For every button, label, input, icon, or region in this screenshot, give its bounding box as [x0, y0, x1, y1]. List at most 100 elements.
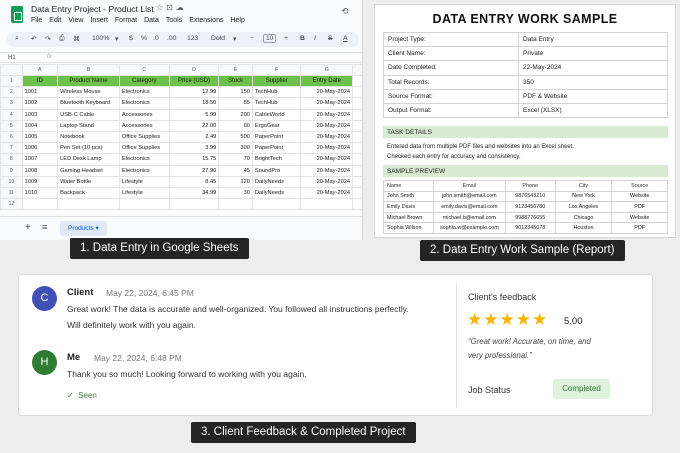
menu-item[interactable]: Format: [115, 17, 137, 24]
header-cell[interactable]: Price (USD): [168, 74, 220, 88]
sheet-cell[interactable]: 22.00: [168, 119, 220, 132]
column-header[interactable]: D: [168, 64, 220, 76]
sheet-cell[interactable]: BrightTech: [251, 153, 302, 166]
sheet-cell[interactable]: 85: [218, 97, 253, 110]
strikethrough-button[interactable]: S: [328, 35, 333, 42]
row-number[interactable]: 8: [0, 153, 23, 166]
cloud-icon[interactable]: ☁: [176, 3, 187, 12]
sheet-cell[interactable]: Laptop Stand: [57, 119, 120, 132]
sheet-cell[interactable]: LED Desk Lamp: [57, 153, 120, 166]
sheet-cell[interactable]: Bluetooth Keyboard: [57, 97, 120, 110]
sheet-cell[interactable]: 1005: [21, 130, 59, 144]
text-color-button[interactable]: A: [343, 35, 348, 42]
sheet-cell[interactable]: 1008: [21, 164, 59, 177]
sheet-cell[interactable]: 1002: [21, 97, 59, 110]
sheet-cell[interactable]: 20-May-2024: [300, 108, 354, 121]
sheet-cell[interactable]: Water Bottle: [57, 175, 120, 188]
sheet-cell[interactable]: 1003: [21, 108, 59, 121]
sheet-cell[interactable]: Backpack: [57, 186, 120, 200]
sheet-cell[interactable]: 20-May-2024: [300, 97, 354, 110]
sheet-cell[interactable]: 120: [218, 175, 253, 188]
row-number[interactable]: 10: [0, 175, 23, 188]
avatar[interactable]: H: [32, 350, 57, 375]
sheet-cell[interactable]: 1001: [21, 86, 59, 99]
row-number[interactable]: 6: [0, 130, 23, 144]
row-number[interactable]: 11: [0, 186, 23, 200]
sheet-cell[interactable]: Notebook: [57, 130, 120, 144]
sheet-cell[interactable]: DailyNeeds: [251, 175, 302, 188]
sheet-cell[interactable]: Office Supplies: [118, 142, 170, 155]
sheet-cell[interactable]: TechHub: [251, 86, 302, 99]
avatar[interactable]: C: [32, 286, 57, 311]
sheet-cell[interactable]: 30: [218, 186, 253, 200]
row-number[interactable]: 9: [0, 164, 23, 177]
sheet-cell[interactable]: 300: [218, 142, 253, 155]
number-format-button[interactable]: 123: [187, 35, 198, 42]
select-all-corner[interactable]: [0, 64, 23, 76]
menu-item[interactable]: Tools: [166, 17, 182, 24]
font-size-input[interactable]: 10: [263, 34, 277, 43]
redo-icon[interactable]: ↷: [45, 35, 51, 43]
sheet-cell[interactable]: CableWorld: [251, 108, 302, 121]
message-author[interactable]: Me: [67, 352, 80, 363]
row-number[interactable]: 5: [0, 119, 23, 132]
sheet-cell[interactable]: 1007: [21, 153, 59, 166]
empty-cell[interactable]: [352, 108, 362, 121]
sheet-cell[interactable]: 34.99: [168, 186, 220, 200]
empty-cell[interactable]: [57, 198, 120, 211]
sheet-cell[interactable]: Accessories: [118, 119, 170, 132]
empty-cell[interactable]: [352, 186, 362, 200]
sheets-logo-icon[interactable]: [11, 6, 23, 23]
tab-products[interactable]: Products ▾: [60, 221, 107, 236]
menu-item[interactable]: Insert: [90, 17, 108, 24]
header-cell[interactable]: Stock: [218, 74, 253, 88]
column-header[interactable]: C: [118, 64, 170, 76]
row-number[interactable]: 2: [0, 86, 23, 99]
undo-icon[interactable]: ↶: [31, 35, 37, 43]
sheet-cell[interactable]: 200: [218, 108, 253, 121]
sheet-cell[interactable]: 5.99: [168, 108, 220, 121]
sheet-cell[interactable]: 20-May-2024: [300, 142, 354, 155]
empty-cell[interactable]: [168, 198, 220, 211]
sheet-cell[interactable]: Pen Set (10 pcs): [57, 142, 120, 155]
sheet-cell[interactable]: DailyNeeds: [251, 186, 302, 200]
sheet-cell[interactable]: 8.45: [168, 175, 220, 188]
print-icon[interactable]: ⎙: [59, 35, 64, 43]
sheet-cell[interactable]: 20-May-2024: [300, 175, 354, 188]
empty-cell[interactable]: [352, 86, 362, 99]
font-size-increase-button[interactable]: +: [284, 35, 288, 42]
sheet-cell[interactable]: 20-May-2024: [300, 164, 354, 177]
menu-item[interactable]: File: [31, 17, 42, 24]
header-cell[interactable]: ID: [21, 74, 59, 88]
sheet-cell[interactable]: 1004: [21, 119, 59, 132]
column-header[interactable]: F: [251, 64, 302, 76]
sheet-cell[interactable]: Electronics: [118, 164, 170, 177]
empty-cell[interactable]: [352, 198, 362, 211]
font-select[interactable]: Dold: [211, 35, 225, 42]
sheet-cell[interactable]: 20-May-2024: [300, 153, 354, 166]
sheet-cell[interactable]: 18.50: [168, 97, 220, 110]
sheet-cell[interactable]: PaperPoint: [251, 142, 302, 155]
sheet-cell[interactable]: 45: [218, 164, 253, 177]
row-number[interactable]: 3: [0, 97, 23, 110]
empty-cell[interactable]: [352, 175, 362, 188]
sheet-cell[interactable]: Lifestyle: [118, 175, 170, 188]
decimal-decrease-button[interactable]: .0: [153, 35, 159, 42]
sheet-cell[interactable]: SoundPro: [251, 164, 302, 177]
sheet-cell[interactable]: 1009: [21, 175, 59, 188]
menu-item[interactable]: Data: [144, 17, 159, 24]
sheet-cell[interactable]: 20-May-2024: [300, 119, 354, 132]
document-title[interactable]: Data Entry Project - Product List: [31, 4, 154, 14]
sheet-cell[interactable]: 60: [218, 119, 253, 132]
empty-cell[interactable]: [352, 130, 362, 144]
sheet-cell[interactable]: 1006: [21, 142, 59, 155]
decimal-increase-button[interactable]: .00: [167, 35, 176, 42]
sheet-cell[interactable]: 3.99: [168, 142, 220, 155]
currency-button[interactable]: $: [129, 35, 133, 42]
message-author[interactable]: Client: [67, 287, 93, 298]
menu-item[interactable]: Edit: [49, 17, 61, 24]
sheet-cell[interactable]: PaperPoint: [251, 130, 302, 144]
header-cell[interactable]: Product Name: [57, 74, 120, 88]
sheet-cell[interactable]: Office Supplies: [118, 130, 170, 144]
sheet-cell[interactable]: 20-May-2024: [300, 186, 354, 200]
